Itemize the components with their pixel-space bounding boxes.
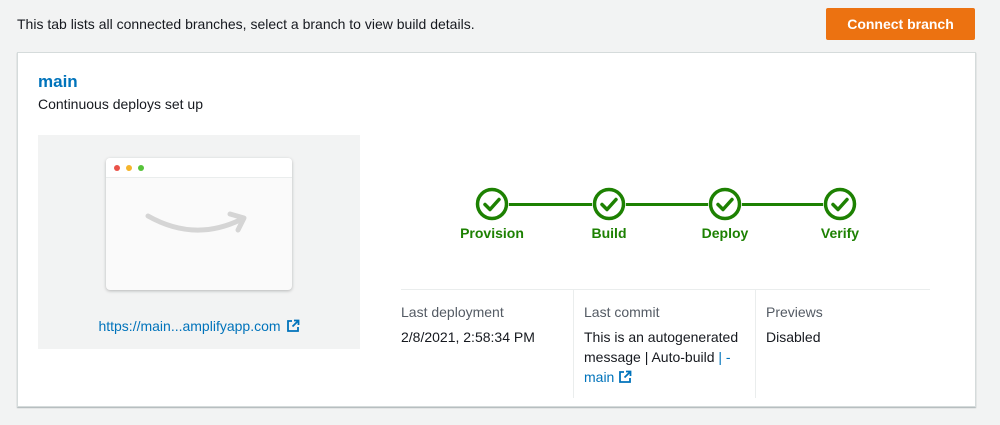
- stage-label: Provision: [460, 225, 524, 241]
- stage-build: Build: [559, 187, 659, 241]
- branch-card: main Continuous deploys set up https://m…: [17, 52, 976, 407]
- build-pipeline: Provision Build Deploy Verify: [458, 187, 859, 247]
- stage-verify: Verify: [790, 187, 890, 241]
- intro-text: This tab lists all connected branches, s…: [17, 16, 475, 32]
- stage-provision: Provision: [442, 187, 542, 241]
- deployment-details: Last deployment 2/8/2021, 2:58:34 PM Las…: [401, 289, 930, 398]
- check-circle-icon: [823, 187, 857, 221]
- last-commit-value: This is an autogenerated message | Auto-…: [584, 327, 755, 387]
- commit-message-line3: main: [584, 367, 755, 387]
- minimize-dot-icon: [126, 165, 132, 171]
- commit-message-text: message | Auto-build: [584, 349, 715, 365]
- commit-message-line1: This is an autogenerated: [584, 329, 739, 345]
- close-dot-icon: [114, 165, 120, 171]
- last-deployment-column: Last deployment 2/8/2021, 2:58:34 PM: [401, 290, 573, 398]
- last-deployment-value: 2/8/2021, 2:58:34 PM: [401, 329, 535, 345]
- check-circle-icon: [708, 187, 742, 221]
- branches-header: This tab lists all connected branches, s…: [17, 8, 975, 40]
- commit-link-separator[interactable]: |: [718, 349, 722, 365]
- app-preview: https://main...amplifyapp.com: [38, 135, 360, 349]
- previews-column: Previews Disabled: [755, 290, 930, 398]
- connect-branch-button[interactable]: Connect branch: [826, 8, 975, 40]
- maximize-dot-icon: [138, 165, 144, 171]
- external-link-icon: [286, 319, 299, 332]
- previews-value: Disabled: [766, 329, 821, 345]
- app-url-link[interactable]: https://main...amplifyapp.com: [38, 318, 360, 334]
- last-commit-column: Last commit This is an autogenerated mes…: [573, 290, 755, 398]
- pipeline-connector: [490, 203, 840, 206]
- browser-titlebar: [106, 158, 292, 178]
- last-deployment-label: Last deployment: [401, 304, 504, 320]
- check-circle-icon: [475, 187, 509, 221]
- branch-name-link[interactable]: main: [38, 72, 78, 92]
- previews-label: Previews: [766, 304, 823, 320]
- stage-deploy: Deploy: [675, 187, 775, 241]
- browser-thumbnail[interactable]: [106, 158, 292, 290]
- last-commit-label: Last commit: [584, 304, 660, 320]
- stage-label: Build: [591, 225, 627, 241]
- stage-label: Verify: [820, 225, 860, 241]
- commit-link-dash[interactable]: -: [726, 349, 731, 365]
- app-url-text: https://main...amplifyapp.com: [98, 318, 281, 334]
- commit-branch-link[interactable]: main: [584, 369, 614, 385]
- stage-label: Deploy: [701, 225, 749, 241]
- branch-status-text: Continuous deploys set up: [38, 96, 203, 112]
- commit-message-line2: message | Auto-build | -: [584, 347, 755, 367]
- amazon-smile-icon: [145, 211, 247, 233]
- check-circle-icon: [592, 187, 626, 221]
- external-link-icon[interactable]: [618, 370, 632, 384]
